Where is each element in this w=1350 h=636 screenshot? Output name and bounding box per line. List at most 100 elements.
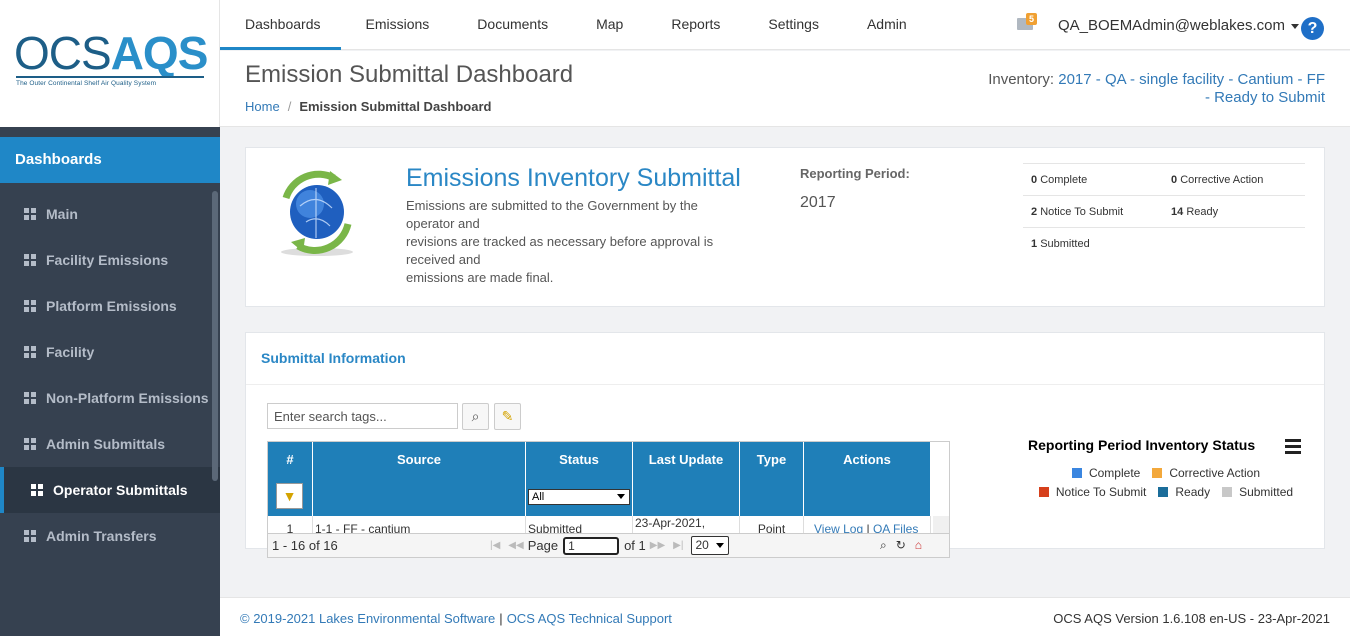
tab-reports[interactable]: Reports (646, 0, 743, 50)
column-header-actions[interactable]: Actions (804, 442, 931, 477)
sidebar-item-non-platform-emissions[interactable]: Non-Platform Emissions (0, 375, 220, 421)
grid-icon (24, 530, 36, 542)
legend-item-complete[interactable]: Complete (1071, 466, 1140, 480)
chevron-down-icon (617, 494, 625, 499)
prev-page-icon[interactable]: ◀◀ (508, 540, 523, 551)
next-page-icon[interactable]: ▶▶ (650, 540, 665, 551)
last-page-icon[interactable]: ▶| (673, 540, 683, 551)
cell-status: Submitted (526, 516, 633, 533)
cell-number: 1 (268, 516, 313, 533)
qa-files-link[interactable]: QA Files (873, 522, 918, 533)
legend-item-corrective-action[interactable]: Corrective Action (1152, 466, 1260, 480)
stats-row: 1 Submitted (1023, 227, 1305, 259)
summary-title: Emissions Inventory Submittal (406, 164, 741, 192)
inventory-link[interactable]: 2017 - QA - single facility - Cantium - … (1058, 71, 1325, 88)
sidebar-item-label: Non-Platform Emissions (46, 390, 209, 406)
legend-item-notice-to-submit[interactable]: Notice To Submit (1038, 485, 1146, 499)
column-header-type[interactable]: Type (740, 442, 804, 477)
sidebar-item-label: Main (46, 206, 78, 222)
page-label: Page (527, 538, 559, 553)
legend-item-submitted[interactable]: Submitted (1222, 485, 1293, 499)
tab-documents[interactable]: Documents (452, 0, 571, 50)
search-icon[interactable]: ⌕ (880, 538, 887, 553)
sidebar-item-admin-transfers[interactable]: Admin Transfers (0, 513, 220, 559)
logo-ocs: OCS (14, 27, 112, 79)
breadcrumb-current: Emission Submittal Dashboard (299, 99, 492, 114)
column-header-number[interactable]: # (268, 442, 313, 477)
table-row[interactable]: 1 1-1 - FF - cantium Submitted 23-Apr-20… (268, 516, 931, 533)
column-header-status[interactable]: Status (526, 442, 633, 477)
sidebar-item-platform-emissions[interactable]: Platform Emissions (0, 283, 220, 329)
search-input[interactable]: Enter search tags... (267, 403, 458, 429)
rows-per-page-select[interactable]: 20 (691, 536, 730, 555)
filter-clear-button[interactable]: ▼ (276, 483, 303, 509)
logo[interactable]: OCSAQS The Outer Continental Shelf Air Q… (0, 0, 220, 127)
sidebar-item-operator-submittals[interactable]: Operator Submittals (0, 467, 220, 513)
submittal-title: Submittal Information (261, 350, 406, 366)
cell-last-update: 23-Apr-2021, (633, 516, 740, 533)
sidebar: OCSAQS The Outer Continental Shelf Air Q… (0, 0, 220, 636)
logo-aqs: AQS (110, 27, 209, 79)
export-icon[interactable]: ⌂ (915, 538, 922, 553)
logo-underline (16, 76, 204, 78)
filter-icon: ▼ (282, 488, 297, 504)
top-nav: Dashboards Emissions Documents Map Repor… (220, 0, 1350, 50)
legend-swatch (1071, 468, 1082, 478)
reporting-period-value: 2017 (800, 194, 836, 211)
inventory-label: Inventory: (988, 71, 1055, 88)
summary-description: Emissions are submitted to the Governmen… (406, 197, 746, 287)
sidebar-title[interactable]: Dashboards (0, 137, 220, 183)
legend-item-ready[interactable]: Ready (1158, 485, 1210, 499)
sidebar-item-facility[interactable]: Facility (0, 329, 220, 375)
cell-type: Point (740, 516, 804, 533)
tab-settings[interactable]: Settings (743, 0, 842, 50)
summary-desc-1: Emissions are submitted to the Governmen… (406, 198, 698, 231)
search-button[interactable]: ⌕ (462, 403, 489, 430)
grid-icon (24, 438, 36, 450)
divider (246, 384, 1324, 385)
column-header-last-update[interactable]: Last Update (633, 442, 740, 477)
tab-map[interactable]: Map (571, 0, 646, 50)
menu-icon[interactable] (1285, 439, 1301, 457)
grid-footer-icons: ⌕ ↻ ⌂ (880, 538, 922, 553)
version-info: OCS AQS Version 1.6.108 en-US - 23-Apr-2… (1053, 611, 1330, 626)
tab-emissions[interactable]: Emissions (341, 0, 453, 50)
user-menu[interactable]: QA_BOEMAdmin@weblakes.com (1058, 17, 1299, 34)
tab-dashboards[interactable]: Dashboards (220, 0, 341, 50)
chart-title: Reporting Period Inventory Status (1028, 437, 1256, 453)
grid-icon (24, 392, 36, 404)
column-header-source[interactable]: Source (313, 442, 526, 477)
grid-scrollbar[interactable] (933, 516, 949, 533)
inventory-status[interactable]: - Ready to Submit (1205, 89, 1325, 106)
sidebar-item-label: Facility Emissions (46, 252, 169, 268)
logo-tagline: The Outer Continental Shelf Air Quality … (16, 80, 157, 87)
stat-ready: 14 Ready (1171, 205, 1219, 218)
clear-search-button[interactable]: ✎ (494, 403, 521, 430)
stats-row: 2 Notice To Submit 14 Ready (1023, 195, 1305, 227)
copyright-link[interactable]: © 2019-2021 Lakes Environmental Software (240, 611, 495, 626)
page-input[interactable]: 1 (563, 536, 620, 555)
sidebar-item-facility-emissions[interactable]: Facility Emissions (0, 237, 220, 283)
cell-actions: View Log | QA Files (804, 516, 931, 533)
grid-filter-row: ▼ All (268, 477, 931, 516)
grid-icon (31, 484, 43, 496)
grid-header: # Source Status Last Update Type Actions (268, 442, 931, 477)
summary-desc-3: emissions are made final. (406, 270, 554, 285)
breadcrumb: Home / Emission Submittal Dashboard (245, 99, 491, 114)
support-link[interactable]: OCS AQS Technical Support (507, 611, 672, 626)
tab-admin[interactable]: Admin (842, 0, 930, 50)
breadcrumb-separator: / (287, 99, 292, 114)
sidebar-item-label: Admin Submittals (46, 436, 166, 452)
help-icon[interactable]: ? (1301, 17, 1324, 40)
sidebar-item-admin-submittals[interactable]: Admin Submittals (0, 421, 220, 467)
stat-complete: 0 Complete (1031, 173, 1088, 186)
sidebar-scrollbar[interactable] (212, 191, 218, 481)
first-page-icon[interactable]: |◀ (490, 540, 500, 551)
refresh-icon[interactable]: ↻ (896, 538, 906, 553)
stat-notice-to-submit: 2 Notice To Submit (1031, 205, 1124, 218)
page-header: Emission Submittal Dashboard Home / Emissi… (220, 51, 1350, 127)
breadcrumb-home[interactable]: Home (245, 99, 280, 114)
view-log-link[interactable]: View Log (814, 522, 863, 533)
status-filter-select[interactable]: All (528, 489, 630, 505)
sidebar-item-main[interactable]: Main (0, 191, 220, 237)
